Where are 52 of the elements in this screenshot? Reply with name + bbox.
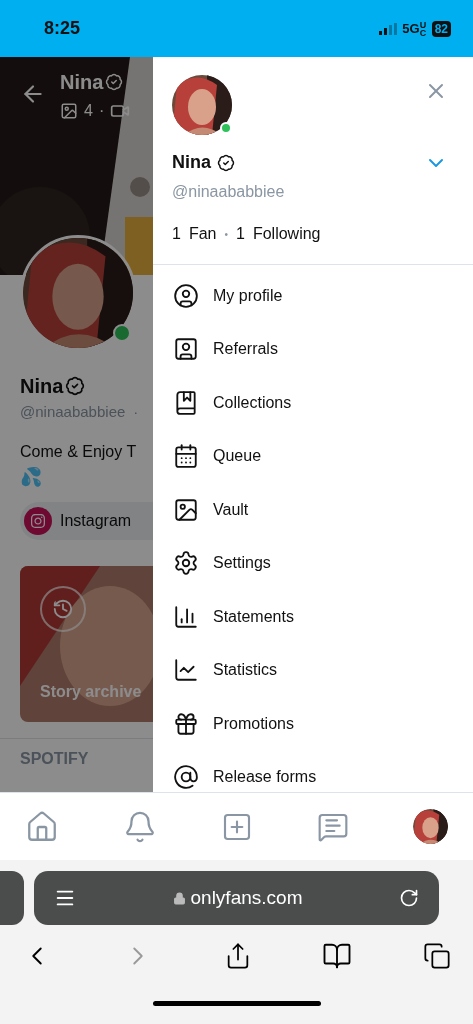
menu-item[interactable]: Release forms: [153, 750, 473, 792]
battery-icon: 82: [431, 20, 451, 37]
bookmarks-icon[interactable]: [322, 941, 353, 971]
fans-label[interactable]: Fan: [188, 222, 217, 246]
instagram-icon: [24, 506, 52, 535]
menu-item[interactable]: My profile: [153, 269, 473, 323]
fans-count[interactable]: 1: [172, 222, 181, 246]
tabs-icon[interactable]: [423, 942, 451, 970]
menu-item[interactable]: Vault: [153, 483, 473, 537]
menu-item[interactable]: Collections: [153, 376, 473, 430]
lock-icon: [172, 891, 186, 905]
calendar-icon: [173, 443, 199, 470]
verified-icon: [65, 376, 86, 396]
address-bar[interactable]: onlyfans.com: [34, 871, 439, 925]
menu-item[interactable]: Promotions: [153, 697, 473, 751]
social-link[interactable]: Instagram: [20, 501, 153, 540]
settings-icon: [173, 550, 199, 577]
bookmark-icon: [173, 389, 199, 416]
line-chart-icon: [173, 657, 199, 684]
bio-text: Come & Enjoy T: [20, 441, 137, 462]
account-username: @ninaababbiee: [172, 182, 286, 202]
previous-tab[interactable]: [0, 871, 24, 925]
clock: 8:25: [44, 17, 81, 40]
signal-icon: [379, 22, 398, 35]
account-name: Nina: [172, 151, 211, 174]
menu-item[interactable]: Settings: [153, 536, 473, 590]
menu-item[interactable]: Referrals: [153, 322, 473, 376]
stats-separator: •: [224, 227, 228, 242]
menu-item[interactable]: Statistics: [153, 643, 473, 697]
user-icon: [173, 282, 199, 309]
following-count[interactable]: 1: [236, 222, 245, 246]
url-text: onlyfans.com: [190, 885, 303, 910]
menu-item[interactable]: Statements: [153, 590, 473, 644]
at-sign-icon: [173, 764, 199, 791]
story-archive-label: Story archive: [40, 681, 142, 702]
home-icon[interactable]: [25, 809, 59, 844]
profile-name: Nina: [20, 374, 64, 399]
profile-username: @ninaababbiee: [20, 402, 126, 422]
following-label[interactable]: Following: [252, 222, 321, 246]
bar-chart-icon: [173, 603, 199, 630]
reload-icon[interactable]: [399, 888, 419, 908]
gift-icon: [173, 710, 199, 737]
bio-emoji: 💦: [20, 465, 43, 489]
profile-avatar-button[interactable]: [413, 809, 448, 844]
section-title: SPOTIFY: [20, 749, 89, 767]
history-icon: [40, 585, 86, 632]
verified-icon: [217, 153, 235, 172]
dot-separator: ·: [133, 402, 139, 422]
bell-icon[interactable]: [123, 809, 157, 844]
image-icon: [173, 496, 199, 523]
user-card-icon: [173, 336, 199, 363]
menu-item[interactable]: Queue: [153, 429, 473, 483]
